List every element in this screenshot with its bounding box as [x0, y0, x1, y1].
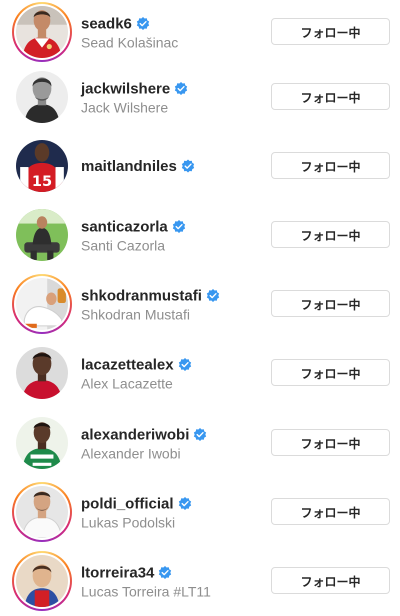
verified-badge-icon: [172, 220, 186, 234]
avatar-frame[interactable]: [12, 413, 72, 473]
list-item[interactable]: poldi_official Lukas Podolski フォロー中: [0, 477, 400, 547]
full-name: Lucas Torreira #LT11: [81, 583, 211, 600]
full-name: Shkodran Mustafi: [81, 306, 190, 323]
story-ring[interactable]: [12, 551, 72, 611]
avatar[interactable]: [16, 6, 68, 58]
following-button[interactable]: フォロー中: [271, 567, 390, 594]
verified-badge-icon: [193, 428, 207, 442]
verified-badge-icon: [206, 289, 220, 303]
avatar[interactable]: [16, 278, 68, 330]
account-names: jackwilshere Jack Wilshere: [81, 79, 261, 116]
full-name: Alexander Iwobi: [81, 445, 181, 462]
list-item[interactable]: shkodranmustafi Shkodran Mustafi フォロー中: [0, 269, 400, 339]
avatar-frame[interactable]: [12, 343, 72, 403]
full-name: Lukas Podolski: [81, 514, 176, 531]
username[interactable]: santicazorla: [81, 218, 168, 235]
full-name: Alex Lacazette: [81, 375, 173, 392]
avatar[interactable]: [16, 417, 68, 469]
following-button[interactable]: フォロー中: [271, 83, 390, 110]
full-name: Sead Kolašinac: [81, 34, 179, 51]
verified-badge-icon: [181, 159, 195, 173]
following-list: seadk6 Sead Kolašinac フォロー中 jackwilshere…: [0, 0, 400, 611]
avatar[interactable]: 15: [16, 140, 68, 192]
following-button[interactable]: フォロー中: [271, 429, 390, 456]
avatar[interactable]: [16, 347, 68, 399]
list-item[interactable]: alexanderiwobi Alexander Iwobi フォロー中: [0, 408, 400, 478]
account-names: shkodranmustafi Shkodran Mustafi: [81, 286, 261, 323]
account-names: poldi_official Lukas Podolski: [81, 494, 261, 531]
list-item[interactable]: jackwilshere Jack Wilshere フォロー中: [0, 62, 400, 132]
verified-badge-icon: [178, 358, 192, 372]
verified-badge-icon: [136, 17, 150, 31]
avatar-frame[interactable]: [12, 67, 72, 127]
verified-badge-icon: [178, 497, 192, 511]
account-names: seadk6 Sead Kolašinac: [81, 14, 261, 51]
story-ring[interactable]: [12, 274, 72, 334]
avatar[interactable]: [16, 555, 68, 607]
following-button[interactable]: フォロー中: [271, 359, 390, 386]
account-names: lacazettealex Alex Lacazette: [81, 355, 261, 392]
avatar[interactable]: [16, 71, 68, 123]
username[interactable]: poldi_official: [81, 495, 174, 512]
list-item[interactable]: seadk6 Sead Kolašinac フォロー中: [0, 0, 400, 67]
story-ring[interactable]: [12, 2, 72, 62]
avatar-frame[interactable]: 15: [12, 136, 72, 196]
avatar-frame[interactable]: [12, 205, 72, 265]
username[interactable]: alexanderiwobi: [81, 426, 189, 443]
username[interactable]: lacazettealex: [81, 356, 174, 373]
following-button[interactable]: フォロー中: [271, 498, 390, 525]
following-button[interactable]: フォロー中: [271, 221, 390, 248]
account-names: maitlandniles: [81, 156, 261, 176]
account-names: alexanderiwobi Alexander Iwobi: [81, 425, 261, 462]
account-names: ltorreira34 Lucas Torreira #LT11: [81, 563, 261, 600]
username[interactable]: ltorreira34: [81, 564, 154, 581]
username[interactable]: seadk6: [81, 15, 132, 32]
username[interactable]: shkodranmustafi: [81, 287, 202, 304]
list-item[interactable]: 15 maitlandniles フォロー中: [0, 131, 400, 201]
full-name: Jack Wilshere: [81, 99, 169, 116]
avatar[interactable]: [16, 486, 68, 538]
svg-text:15: 15: [32, 173, 52, 190]
verified-badge-icon: [174, 82, 188, 96]
verified-badge-icon: [158, 566, 172, 580]
account-names: santicazorla Santi Cazorla: [81, 217, 261, 254]
username[interactable]: jackwilshere: [81, 80, 170, 97]
following-button[interactable]: フォロー中: [271, 18, 390, 45]
following-button[interactable]: フォロー中: [271, 152, 390, 179]
list-item[interactable]: santicazorla Santi Cazorla フォロー中: [0, 200, 400, 270]
list-item[interactable]: lacazettealex Alex Lacazette フォロー中: [0, 338, 400, 408]
story-ring[interactable]: [12, 482, 72, 542]
following-button[interactable]: フォロー中: [271, 290, 390, 317]
full-name: Santi Cazorla: [81, 237, 166, 254]
avatar[interactable]: [16, 209, 68, 261]
username[interactable]: maitlandniles: [81, 158, 177, 175]
